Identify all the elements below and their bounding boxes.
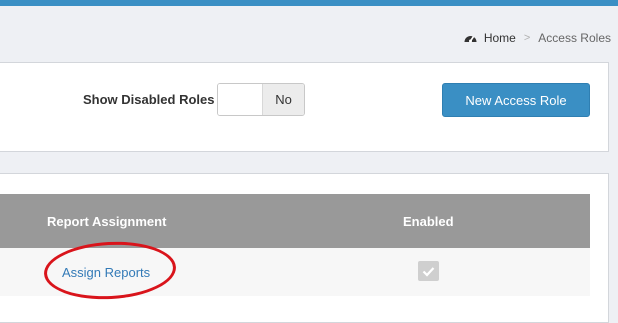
breadcrumb-separator: > (523, 32, 531, 44)
enabled-checkbox[interactable] (418, 261, 439, 281)
checkmark-icon (422, 266, 435, 277)
toggle-knob (218, 84, 263, 115)
column-header-enabled: Enabled (403, 214, 454, 229)
show-disabled-roles-toggle[interactable]: No (217, 83, 305, 116)
dashboard-gauge-icon (463, 31, 478, 46)
show-disabled-roles-label: Show Disabled Roles (83, 92, 215, 107)
breadcrumb-current: Access Roles (538, 31, 611, 45)
breadcrumb: Home > Access Roles (463, 29, 611, 47)
top-accent-bar (0, 0, 618, 6)
breadcrumb-home-link[interactable]: Home (484, 31, 516, 45)
toggle-state-label: No (263, 84, 304, 115)
new-access-role-button[interactable]: New Access Role (442, 83, 590, 117)
column-header-report-assignment: Report Assignment (47, 214, 167, 229)
